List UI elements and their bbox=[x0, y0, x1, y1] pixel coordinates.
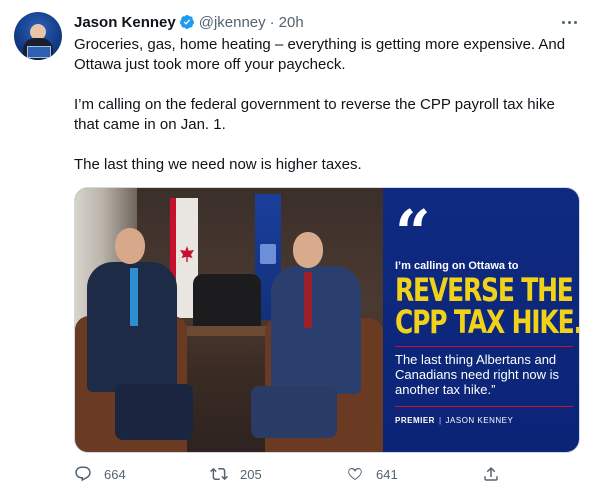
header-separator: · bbox=[269, 13, 275, 31]
avatar-podium bbox=[27, 46, 51, 58]
quote-mark-icon: “ bbox=[395, 196, 431, 269]
person-left-legs bbox=[115, 384, 193, 440]
person-left-head bbox=[115, 228, 145, 264]
more-dot bbox=[561, 20, 565, 24]
premier-name: JASON KENNEY bbox=[445, 416, 514, 425]
author-handle[interactable]: @jkenney bbox=[199, 14, 266, 31]
panel-divider bbox=[395, 346, 573, 347]
like-count: 641 bbox=[376, 466, 398, 482]
person-left-tie bbox=[130, 268, 138, 326]
person-right-legs bbox=[251, 386, 337, 438]
more-dot bbox=[573, 20, 577, 24]
retweet-count: 205 bbox=[240, 466, 262, 482]
side-table bbox=[185, 326, 275, 336]
tweet[interactable]: Jason Kenney @jkenney · 20h Groceries, g… bbox=[0, 0, 595, 498]
more-icon[interactable] bbox=[559, 12, 579, 32]
headline-line: REVERSE THE bbox=[395, 271, 574, 309]
tweet-paragraph: I’m calling on the federal government to… bbox=[74, 96, 555, 133]
alberta-crest bbox=[260, 244, 276, 264]
like-button[interactable]: 641 bbox=[346, 462, 398, 486]
retweet-icon bbox=[210, 467, 228, 481]
avatar[interactable] bbox=[14, 12, 62, 60]
panel-signature: PREMIER | JASON KENNEY bbox=[395, 416, 513, 425]
verified-badge-icon bbox=[179, 15, 194, 29]
more-dot bbox=[567, 20, 571, 24]
tweet-paragraph: The last thing we need now is higher tax… bbox=[74, 156, 362, 173]
panel-divider bbox=[395, 406, 573, 407]
reply-count: 664 bbox=[104, 466, 126, 482]
media-quote-panel: “ I’m calling on Ottawa to REVERSE THE C… bbox=[383, 188, 580, 452]
headline-line: CPP TAX HIKE. bbox=[395, 303, 580, 341]
media-photo bbox=[75, 188, 383, 452]
person-right-head bbox=[293, 232, 323, 268]
share-button[interactable] bbox=[482, 462, 500, 486]
panel-headline: REVERSE THE CPP TAX HIKE. bbox=[395, 271, 580, 341]
reply-icon bbox=[75, 466, 91, 482]
premier-title: PREMIER bbox=[395, 416, 435, 425]
panel-quote: The last thing Albertans and Canadians n… bbox=[395, 352, 560, 397]
signature-separator: | bbox=[438, 416, 442, 425]
tweet-header: Jason Kenney @jkenney · 20h bbox=[74, 12, 304, 32]
maple-leaf bbox=[180, 246, 194, 262]
reply-button[interactable]: 664 bbox=[74, 462, 126, 486]
person-right-body bbox=[271, 266, 361, 394]
retweet-button[interactable]: 205 bbox=[210, 462, 262, 486]
tweet-media[interactable]: “ I’m calling on Ottawa to REVERSE THE C… bbox=[74, 187, 580, 453]
tweet-timestamp[interactable]: 20h bbox=[279, 14, 304, 31]
person-right-tie bbox=[304, 272, 312, 328]
tweet-actions: 664 205 641 bbox=[74, 462, 574, 486]
tweet-paragraph: Groceries, gas, home heating – everythin… bbox=[74, 36, 566, 73]
chair bbox=[193, 274, 261, 330]
tweet-text: Groceries, gas, home heating – everythin… bbox=[74, 35, 574, 195]
share-icon bbox=[484, 466, 498, 481]
heart-icon bbox=[348, 468, 362, 480]
author-name[interactable]: Jason Kenney bbox=[74, 14, 176, 31]
